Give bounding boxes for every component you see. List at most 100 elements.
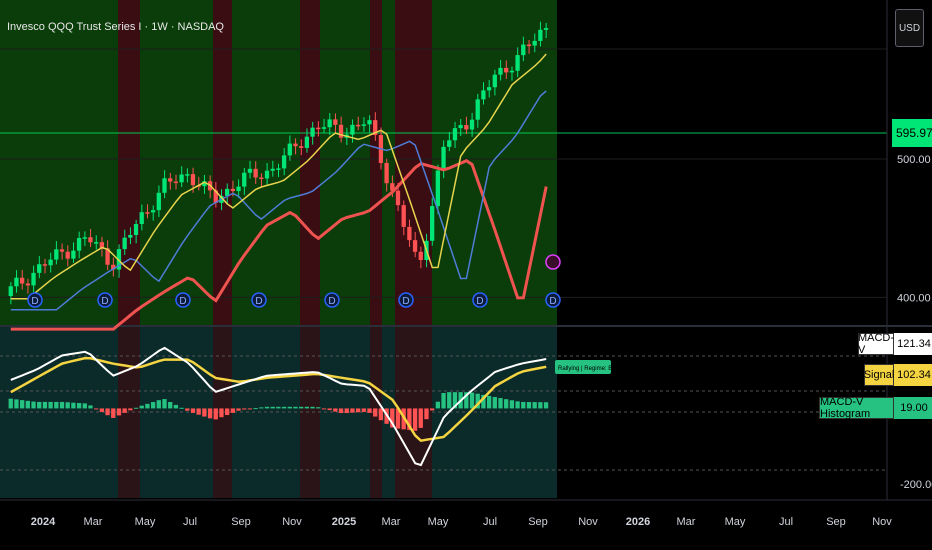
candle-body	[532, 40, 537, 46]
macd-histogram-bar	[327, 408, 332, 411]
candle-body	[270, 168, 275, 171]
candle-body	[384, 162, 389, 184]
currency-button[interactable]: USD	[895, 9, 924, 47]
hist-legend-value: 19.00	[894, 397, 932, 419]
macd-histogram-bar	[287, 406, 292, 409]
candle-body	[139, 212, 144, 225]
candle-body	[526, 44, 532, 47]
candle-body	[395, 190, 401, 206]
dividend-marker: D	[398, 292, 414, 308]
candle-body	[492, 74, 497, 88]
candle-body	[88, 237, 93, 243]
candle-body	[37, 264, 42, 273]
macd-histogram-bar	[76, 403, 82, 409]
signal-legend-value: 102.34	[894, 364, 932, 386]
candle-body	[150, 210, 156, 213]
macd-histogram-bar	[538, 402, 543, 409]
macd-histogram-bar	[230, 408, 235, 413]
candle-body	[54, 249, 59, 260]
macd-histogram-bar	[168, 401, 173, 409]
macd-histogram-bar	[71, 402, 76, 409]
candle-body	[185, 174, 190, 176]
macd-histogram-bar	[196, 408, 201, 415]
signal-legend-label: Signal	[864, 364, 894, 386]
macd-histogram-bar	[82, 403, 87, 409]
macd-histogram-bar	[486, 395, 492, 409]
dividend-marker: D	[324, 292, 340, 308]
chart-canvas[interactable]: 400.00 500.00 -200.00 D D D D D D D D Rallying | Re…	[0, 0, 932, 550]
candle-body	[179, 174, 184, 183]
macd-histogram-bar	[430, 408, 435, 411]
macd-histogram-bar	[344, 408, 349, 414]
candle-body	[253, 168, 258, 178]
macd-histogram-bar	[441, 392, 446, 409]
macd-histogram-bar	[14, 399, 19, 409]
macd-histogram-bar	[418, 408, 423, 428]
macd-histogram-bar	[276, 406, 281, 409]
candle-body	[264, 170, 270, 179]
time-axis-label: Nov	[578, 516, 598, 528]
macd-histogram-bar	[190, 408, 196, 413]
dividend-marker-label: D	[402, 296, 409, 307]
macd-histogram-bar	[259, 407, 264, 409]
macd-histogram-bar	[99, 408, 105, 412]
macd-histogram-bar	[521, 401, 526, 409]
candle-body	[418, 251, 423, 261]
macd-histogram-bar	[361, 408, 366, 412]
macd-histogram-bar	[207, 408, 213, 419]
macd-histogram-bar	[242, 408, 247, 410]
candle-body	[48, 259, 53, 266]
candle-body	[538, 29, 543, 41]
macd-histogram-bar	[116, 408, 122, 416]
macd-histogram-bar	[367, 408, 372, 413]
time-axis-label: Sep	[826, 516, 846, 528]
candle-body	[509, 70, 515, 73]
candle-body	[316, 127, 321, 130]
macd-histogram-bar	[299, 406, 304, 409]
candle-body	[242, 172, 247, 187]
macd-histogram-bar	[350, 408, 355, 413]
dividend-marker-label: D	[101, 296, 108, 307]
macd-histogram-bar	[162, 399, 167, 409]
macd-histogram-bar	[338, 408, 344, 414]
candle-body	[65, 251, 70, 259]
macd-histogram-bar	[88, 405, 93, 409]
candle-body	[304, 136, 310, 148]
candle-body	[71, 250, 76, 259]
chart-title: Invesco QQQ Trust Series I · 1W · NASDAQ	[7, 21, 224, 33]
dividend-marker: D	[472, 292, 488, 308]
candle-body	[504, 67, 509, 73]
dividend-marker: D	[251, 292, 267, 308]
time-axis-label: May	[135, 516, 156, 528]
regime-annotation: Rallying | Regime: Bull	[555, 360, 618, 374]
macd-histogram-bar	[31, 401, 36, 409]
price-axis-label-400: 400.00	[897, 292, 931, 304]
candle-body	[412, 240, 418, 252]
candle-body	[435, 170, 440, 207]
last-price-tag: 595.97	[892, 119, 932, 147]
dividend-marker: D	[545, 292, 561, 308]
macd-histogram-bar	[150, 402, 156, 409]
candle-body	[59, 249, 65, 252]
candle-body	[293, 143, 298, 147]
candle-body	[31, 272, 36, 286]
candle-body	[94, 242, 99, 244]
macd-histogram-bar	[281, 406, 287, 409]
macd-histogram-bar	[526, 402, 532, 409]
time-axis-label: Mar	[677, 516, 696, 528]
candle-body	[350, 124, 355, 135]
macd-histogram-bar	[225, 408, 230, 416]
macd-histogram-bar	[333, 408, 338, 412]
macd-histogram-bar	[19, 400, 25, 409]
time-axis-label: Jul	[183, 516, 197, 528]
macd-histogram-bar	[504, 399, 509, 409]
macd-histogram-bar	[37, 401, 42, 409]
time-axis-label: Mar	[382, 516, 401, 528]
candle-body	[276, 168, 281, 170]
regime-annotation-text: Rallying | Regime: Bull	[558, 366, 618, 372]
macd-histogram-bar	[373, 408, 378, 417]
macd-histogram-bar	[270, 406, 275, 409]
macd-histogram-bar	[355, 408, 361, 413]
macd-histogram-bar	[509, 400, 515, 409]
candle-body	[190, 174, 196, 186]
